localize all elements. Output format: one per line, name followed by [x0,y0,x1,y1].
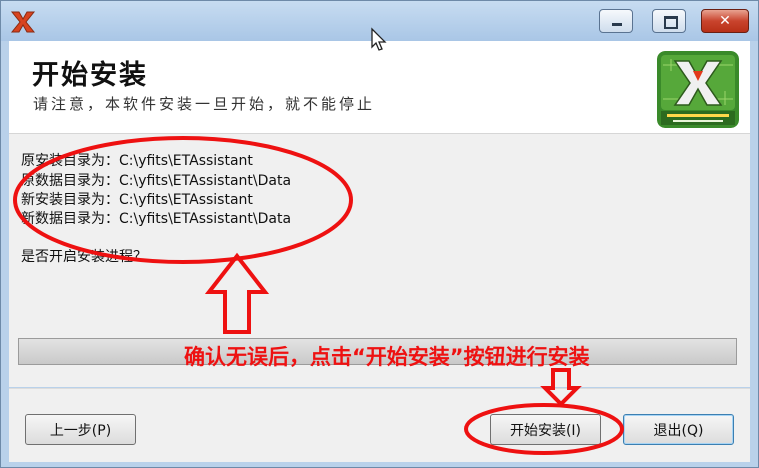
button-bar: 上一步(P) 开始安装(I) 退出(Q) [9,388,750,462]
old-install-dir: 原安装目录为：C:\yfits\ETAssistant [21,153,253,169]
mouse-cursor-icon [371,27,387,51]
yfits-logo [657,51,739,128]
old-data-dir: 原数据目录为：C:\yfits\ETAssistant\Data [21,173,292,189]
installer-window: ✕ 开始安装 请注意，本软件安装一旦开始，就不能停止 原安装目录为：C:\yfi… [0,0,759,468]
start-install-button[interactable]: 开始安装(I) [490,414,601,445]
new-install-dir: 新安装目录为：C:\yfits\ETAssistant [21,192,253,208]
page-title: 开始安装 [32,60,148,91]
confirm-prompt: 是否开启安装进程？ [21,249,147,265]
instruction-annotation: 确认无误后，点击“开始安装”按钮进行安装 [184,345,590,369]
close-button[interactable]: ✕ [701,9,749,33]
header-panel: 开始安装 请注意，本软件安装一旦开始，就不能停止 [9,41,750,134]
app-x-icon [10,11,36,33]
page-subtitle: 请注意，本软件安装一旦开始，就不能停止 [33,95,376,113]
maximize-button[interactable] [652,9,686,33]
exit-button[interactable]: 退出(Q) [623,414,734,445]
minimize-button[interactable] [599,9,633,33]
new-data-dir: 新数据目录为：C:\yfits\ETAssistant\Data [21,211,292,227]
previous-button[interactable]: 上一步(P) [25,414,136,445]
close-icon: ✕ [719,13,731,29]
